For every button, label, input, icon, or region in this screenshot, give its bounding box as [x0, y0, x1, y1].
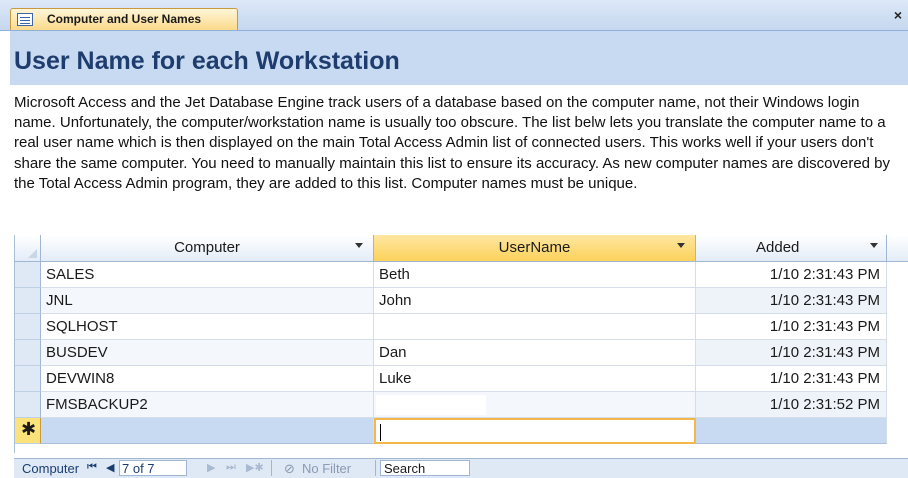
- cell-added[interactable]: 1/10 2:31:43 PM: [696, 314, 887, 340]
- form-icon: [17, 13, 33, 26]
- cell-username[interactable]: [374, 314, 696, 340]
- cell-text: SALES: [46, 266, 95, 283]
- record-number-text: 7 of 7: [122, 461, 155, 476]
- cell-added[interactable]: 1/10 2:31:43 PM: [696, 262, 887, 288]
- next-record-icon[interactable]: ▶: [207, 461, 215, 474]
- form-header: User Name for each Workstation: [10, 31, 908, 85]
- row-selector[interactable]: [15, 288, 41, 314]
- cell-added[interactable]: 1/10 2:31:43 PM: [696, 288, 887, 314]
- search-input[interactable]: Search: [380, 460, 470, 476]
- table-row: BUSDEV Dan 1/10 2:31:43 PM: [15, 340, 908, 366]
- cell-text: 1/10 2:31:43 PM: [769, 266, 880, 283]
- column-header-label: Added: [756, 239, 800, 256]
- table-row: DEVWIN8 Luke 1/10 2:31:43 PM: [15, 366, 908, 392]
- new-record-row: ✱: [15, 418, 908, 444]
- first-record-icon[interactable]: ⏮: [87, 461, 97, 474]
- record-number-field[interactable]: 7 of 7: [119, 460, 187, 476]
- form-description: Microsoft Access and the Jet Database En…: [14, 94, 891, 192]
- cell-added[interactable]: 1/10 2:31:43 PM: [696, 340, 887, 366]
- column-header-label: Computer: [174, 239, 240, 256]
- column-header-row: Computer UserName Added: [15, 235, 908, 262]
- cell-text: John: [379, 292, 412, 309]
- cell-text: 1/10 2:31:43 PM: [769, 370, 880, 387]
- cell-username[interactable]: John: [374, 288, 696, 314]
- navigator-label: Computer: [22, 461, 80, 476]
- cell-text: Luke: [379, 370, 412, 387]
- cell-computer[interactable]: FMSBACKUP2: [41, 392, 374, 418]
- row-selector[interactable]: [15, 340, 41, 366]
- navigator-divider: [375, 460, 376, 476]
- table-row: SALES Beth 1/10 2:31:43 PM: [15, 262, 908, 288]
- page-title: User Name for each Workstation: [14, 47, 400, 75]
- datasheet: Computer UserName Added SALES Beth 1/10 …: [14, 235, 908, 453]
- cell-text: BUSDEV: [46, 344, 108, 361]
- filter-icon[interactable]: ⊘: [284, 461, 295, 477]
- row-selector[interactable]: [15, 262, 41, 288]
- close-icon[interactable]: ×: [894, 8, 902, 22]
- cell-username-new[interactable]: [374, 418, 696, 444]
- text-caret: [380, 424, 381, 441]
- document-tab-strip: Computer and User Names ×: [0, 0, 908, 31]
- navigator-divider: [271, 460, 272, 476]
- last-record-icon[interactable]: ⏭: [226, 461, 236, 474]
- cell-text: 1/10 2:31:43 PM: [769, 318, 880, 335]
- row-selector[interactable]: [15, 314, 41, 340]
- dropdown-arrow-icon[interactable]: [870, 243, 878, 248]
- cell-computer[interactable]: DEVWIN8: [41, 366, 374, 392]
- cell-text: Dan: [379, 344, 407, 361]
- column-header-added[interactable]: Added: [696, 235, 887, 261]
- cell-computer[interactable]: BUSDEV: [41, 340, 374, 366]
- row-selector-new[interactable]: ✱: [15, 418, 41, 444]
- cell-highlight: [376, 395, 486, 415]
- cell-added-new[interactable]: [696, 418, 887, 444]
- cell-text: DEVWIN8: [46, 370, 115, 387]
- cell-text: 1/10 2:31:43 PM: [769, 344, 880, 361]
- column-header-username[interactable]: UserName: [374, 235, 696, 261]
- tab-computer-and-user-names[interactable]: Computer and User Names: [10, 8, 238, 30]
- cell-username[interactable]: Luke: [374, 366, 696, 392]
- cell-computer[interactable]: SALES: [41, 262, 374, 288]
- cell-text: SQLHOST: [46, 318, 118, 335]
- new-record-nav-icon[interactable]: ▶✱: [246, 461, 264, 474]
- cell-username[interactable]: [374, 392, 696, 418]
- cell-added[interactable]: 1/10 2:31:43 PM: [696, 366, 887, 392]
- cell-username[interactable]: Beth: [374, 262, 696, 288]
- cell-text: JNL: [46, 292, 73, 309]
- cell-text: FMSBACKUP2: [46, 396, 148, 413]
- table-row: SQLHOST 1/10 2:31:43 PM: [15, 314, 908, 340]
- column-header-computer[interactable]: Computer: [41, 235, 374, 261]
- record-navigator: Computer ⏮ ◀ 7 of 7 ▶ ⏭ ▶✱ ⊘ No Filter S…: [14, 458, 908, 478]
- dropdown-arrow-icon[interactable]: [677, 243, 685, 248]
- search-placeholder: Search: [384, 461, 426, 476]
- cell-computer-new[interactable]: [41, 418, 374, 444]
- cell-text: 1/10 2:31:52 PM: [769, 396, 880, 413]
- cell-username[interactable]: Dan: [374, 340, 696, 366]
- cell-added[interactable]: 1/10 2:31:52 PM: [696, 392, 887, 418]
- table-row: FMSBACKUP2 1/10 2:31:52 PM: [15, 392, 908, 418]
- table-row: JNL John 1/10 2:31:43 PM: [15, 288, 908, 314]
- dropdown-arrow-icon[interactable]: [355, 243, 363, 248]
- tab-label: Computer and User Names: [47, 12, 202, 26]
- cell-text: 1/10 2:31:43 PM: [769, 292, 880, 309]
- cell-computer[interactable]: SQLHOST: [41, 314, 374, 340]
- cell-computer[interactable]: JNL: [41, 288, 374, 314]
- select-all-corner[interactable]: [15, 235, 41, 261]
- previous-record-icon[interactable]: ◀: [106, 461, 114, 474]
- cell-text: Beth: [379, 266, 410, 283]
- column-header-label: UserName: [498, 239, 571, 256]
- row-selector[interactable]: [15, 366, 41, 392]
- row-selector[interactable]: [15, 392, 41, 418]
- no-filter-label[interactable]: No Filter: [302, 461, 351, 476]
- new-record-icon: ✱: [21, 419, 37, 439]
